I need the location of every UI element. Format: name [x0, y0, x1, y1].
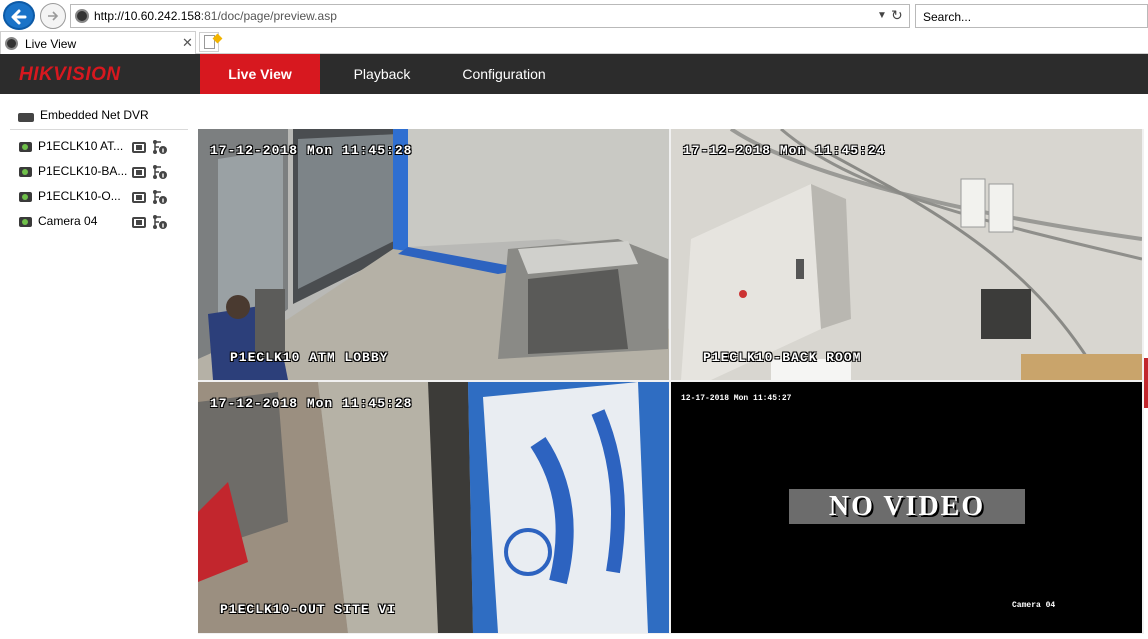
url-dropdown-icon[interactable]: ▼: [877, 10, 887, 21]
url-field[interactable]: http://10.60.242.158:81/doc/page/preview…: [70, 4, 910, 28]
tab-configuration[interactable]: Configuration: [444, 54, 564, 94]
refresh-icon[interactable]: ↻: [891, 7, 903, 24]
camera-feed-image: [198, 382, 669, 633]
tile-camera-name: Camera 04: [1012, 601, 1056, 610]
app-header: HIKVISION Live View Playback Configurati…: [0, 54, 1148, 94]
browser-address-bar: http://10.60.242.158:81/doc/page/preview…: [0, 0, 1148, 30]
tab-favicon-icon: [5, 37, 18, 50]
url-text: http://10.60.242.158:81/doc/page/preview…: [94, 9, 337, 23]
search-input[interactable]: Search...: [915, 4, 1148, 28]
camera-list-item[interactable]: P1ECLK10-O...: [18, 187, 178, 207]
browser-tab-strip: Live View ✕: [0, 30, 1148, 54]
tile-timestamp: 12-17-2018 Mon 11:45:27: [681, 394, 792, 403]
tab-title: Live View: [25, 37, 77, 51]
video-tile-camera-04[interactable]: 12-17-2018 Mon 11:45:27 NO VIDEO Camera …: [671, 382, 1142, 633]
video-tile-back-room[interactable]: 17-12-2018 Mon 11:45:24 P1ECLK10-BACK RO…: [671, 129, 1142, 380]
tab-live-view[interactable]: Live View: [200, 54, 320, 94]
camera-feed-image: [198, 129, 669, 380]
camera-settings-icon[interactable]: [152, 214, 168, 230]
device-label: Embedded Net DVR: [40, 108, 149, 122]
tile-camera-name: P1ECLK10-BACK ROOM: [703, 350, 862, 365]
camera-icon: [19, 217, 32, 227]
record-icon[interactable]: [132, 217, 146, 228]
camera-icon: [19, 167, 32, 177]
camera-icon: [19, 142, 32, 152]
camera-settings-icon[interactable]: [152, 164, 168, 180]
record-icon[interactable]: [132, 192, 146, 203]
no-video-label: NO VIDEO: [789, 489, 1025, 524]
camera-list-item[interactable]: P1ECLK10-BA...: [18, 162, 178, 182]
back-button[interactable]: [3, 1, 35, 30]
camera-label: Camera 04: [38, 214, 98, 228]
site-favicon-icon: [75, 9, 89, 23]
camera-settings-icon[interactable]: [152, 139, 168, 155]
sidebar-divider: [10, 129, 188, 130]
camera-list-item[interactable]: P1ECLK10 AT...: [18, 137, 178, 157]
camera-settings-icon[interactable]: [152, 189, 168, 205]
camera-label: P1ECLK10-O...: [38, 189, 121, 203]
tile-camera-name: P1ECLK10 ATM LOBBY: [230, 350, 389, 365]
device-tree-root[interactable]: Embedded Net DVR: [18, 107, 188, 127]
arrow-left-icon: [11, 9, 27, 25]
tile-timestamp: 17-12-2018 Mon 11:45:24: [683, 143, 886, 158]
tab-playback[interactable]: Playback: [322, 54, 442, 94]
arrow-right-icon: [48, 11, 59, 21]
dvr-icon: [18, 113, 34, 122]
camera-sidebar: Embedded Net DVR P1ECLK10 AT... P1ECLK10…: [0, 94, 196, 639]
video-tile-atm-lobby[interactable]: 17-12-2018 Mon 11:45:28 P1ECLK10 ATM LOB…: [198, 129, 669, 380]
record-icon[interactable]: [132, 142, 146, 153]
tile-timestamp: 17-12-2018 Mon 11:45:28: [210, 396, 413, 411]
camera-label: P1ECLK10-BA...: [38, 164, 128, 178]
video-tile-out-site[interactable]: 17-12-2018 Mon 11:45:28 P1ECLK10-OUT SIT…: [198, 382, 669, 633]
camera-feed-image: [671, 129, 1142, 380]
scrollbar-handle[interactable]: [1144, 358, 1148, 408]
forward-button[interactable]: [40, 3, 66, 29]
search-placeholder: Search...: [923, 10, 972, 24]
tile-camera-name: P1ECLK10-OUT SITE VI: [220, 602, 397, 617]
tile-timestamp: 17-12-2018 Mon 11:45:28: [210, 143, 413, 158]
new-tab-button[interactable]: [199, 32, 223, 52]
video-grid: 17-12-2018 Mon 11:45:28 P1ECLK10 ATM LOB…: [198, 129, 1144, 634]
hikvision-logo: HIKVISION: [19, 64, 121, 85]
camera-label: P1ECLK10 AT...: [38, 139, 124, 153]
camera-list-item[interactable]: Camera 04: [18, 212, 178, 232]
new-tab-icon: [204, 33, 223, 49]
close-icon[interactable]: ✕: [182, 35, 193, 51]
record-icon[interactable]: [132, 167, 146, 178]
browser-tab-live-view[interactable]: Live View ✕: [0, 31, 196, 54]
camera-icon: [19, 192, 32, 202]
